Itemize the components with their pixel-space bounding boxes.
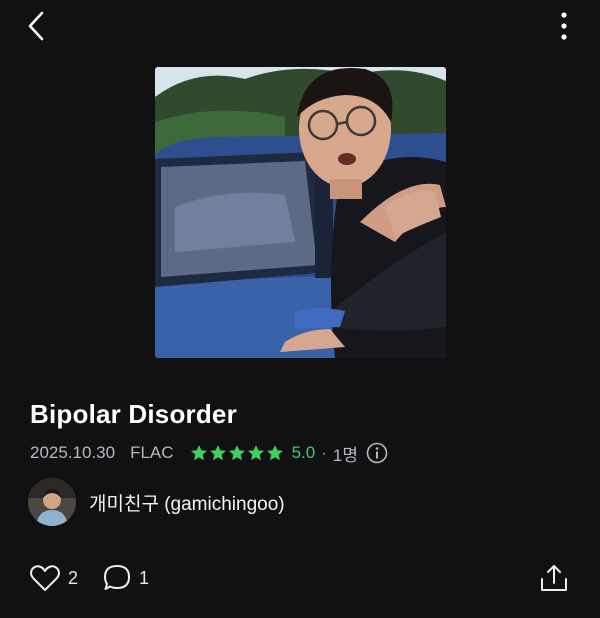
chevron-left-icon bbox=[28, 11, 44, 41]
rater-count: 1명 bbox=[332, 445, 358, 465]
artist-name: 개미친구 (gamichingoo) bbox=[89, 493, 285, 515]
heart-outline-icon bbox=[30, 565, 60, 591]
star-icon bbox=[190, 445, 207, 461]
like-count: 2 bbox=[68, 567, 79, 588]
album-cover-image bbox=[155, 67, 446, 358]
comment-bubble-icon bbox=[104, 565, 130, 590]
back-button[interactable] bbox=[24, 10, 52, 42]
info-circle-icon bbox=[366, 442, 388, 464]
rating-value: 5.0 bbox=[291, 443, 316, 462]
share-button[interactable] bbox=[538, 560, 570, 596]
more-options-button[interactable] bbox=[550, 10, 578, 42]
rating-stars[interactable] bbox=[190, 444, 284, 462]
avatar bbox=[28, 478, 76, 526]
track-meta: 2025.10.30 FLAC 5.0 · 1명 bbox=[30, 440, 388, 466]
comment-button[interactable]: 1 bbox=[102, 560, 149, 596]
like-button[interactable]: 2 bbox=[29, 560, 78, 596]
audio-format: FLAC bbox=[130, 443, 174, 462]
meta-separator: · bbox=[321, 443, 327, 462]
top-bar bbox=[0, 0, 600, 56]
star-icon bbox=[228, 445, 245, 461]
star-icon bbox=[266, 445, 283, 461]
comment-count: 1 bbox=[139, 567, 150, 588]
album-cover[interactable] bbox=[155, 67, 446, 358]
action-bar: 2 1 bbox=[0, 560, 600, 596]
share-upload-icon bbox=[541, 565, 567, 591]
more-vertical-icon bbox=[561, 12, 567, 40]
rating-info-button[interactable] bbox=[366, 442, 388, 464]
artist-link[interactable]: 개미친구 (gamichingoo) bbox=[28, 477, 285, 527]
track-title: Bipolar Disorder bbox=[30, 399, 237, 429]
star-icon bbox=[209, 445, 226, 461]
release-date: 2025.10.30 bbox=[30, 443, 116, 462]
star-icon bbox=[247, 445, 264, 461]
